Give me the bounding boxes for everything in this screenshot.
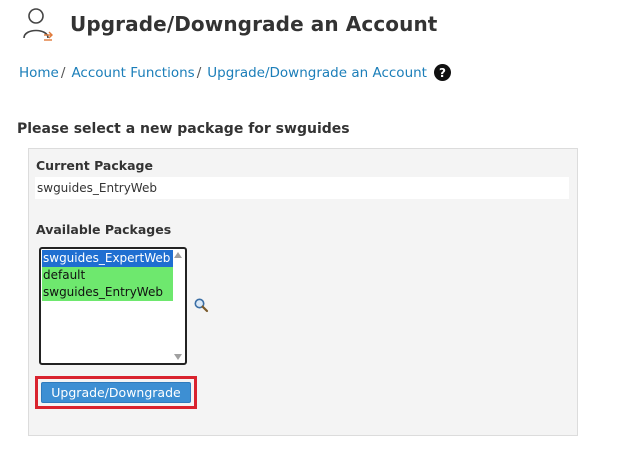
breadcrumb-separator: / [196, 64, 202, 81]
magnifier-icon[interactable] [193, 297, 209, 313]
help-icon[interactable]: ? [433, 64, 451, 81]
breadcrumb-separator: / [60, 64, 66, 81]
page-title: Upgrade/Downgrade an Account [70, 12, 438, 36]
breadcrumb-home[interactable]: Home [19, 65, 59, 81]
breadcrumb-current[interactable]: Upgrade/Downgrade an Account [207, 65, 427, 81]
upgrade-downgrade-button[interactable]: Upgrade/Downgrade [41, 382, 191, 403]
current-package-value: swguides_EntryWeb [35, 177, 569, 199]
current-package-label: Current Package [36, 158, 153, 173]
user-switch-icon [20, 6, 56, 42]
breadcrumb: Home / Account Functions / Upgrade/Downg… [19, 64, 451, 81]
available-packages-label: Available Packages [36, 222, 172, 237]
scroll-down-arrow-icon[interactable] [174, 354, 182, 360]
listbox-scrollbar[interactable] [173, 250, 184, 362]
breadcrumb-account-functions[interactable]: Account Functions [71, 65, 194, 81]
package-option[interactable]: swguides_ExpertWeb [42, 250, 174, 267]
package-option[interactable]: swguides_EntryWeb [42, 284, 174, 301]
package-form-panel: Current Package swguides_EntryWeb Availa… [28, 148, 578, 436]
scroll-up-arrow-icon[interactable] [174, 252, 182, 258]
section-heading: Please select a new package for swguides [17, 121, 350, 137]
package-option[interactable]: default [42, 267, 174, 284]
button-highlight-box: Upgrade/Downgrade [35, 376, 197, 409]
page-header: Upgrade/Downgrade an Account [20, 6, 437, 42]
available-packages-listbox[interactable]: swguides_ExpertWeb default swguides_Entr… [39, 247, 187, 365]
